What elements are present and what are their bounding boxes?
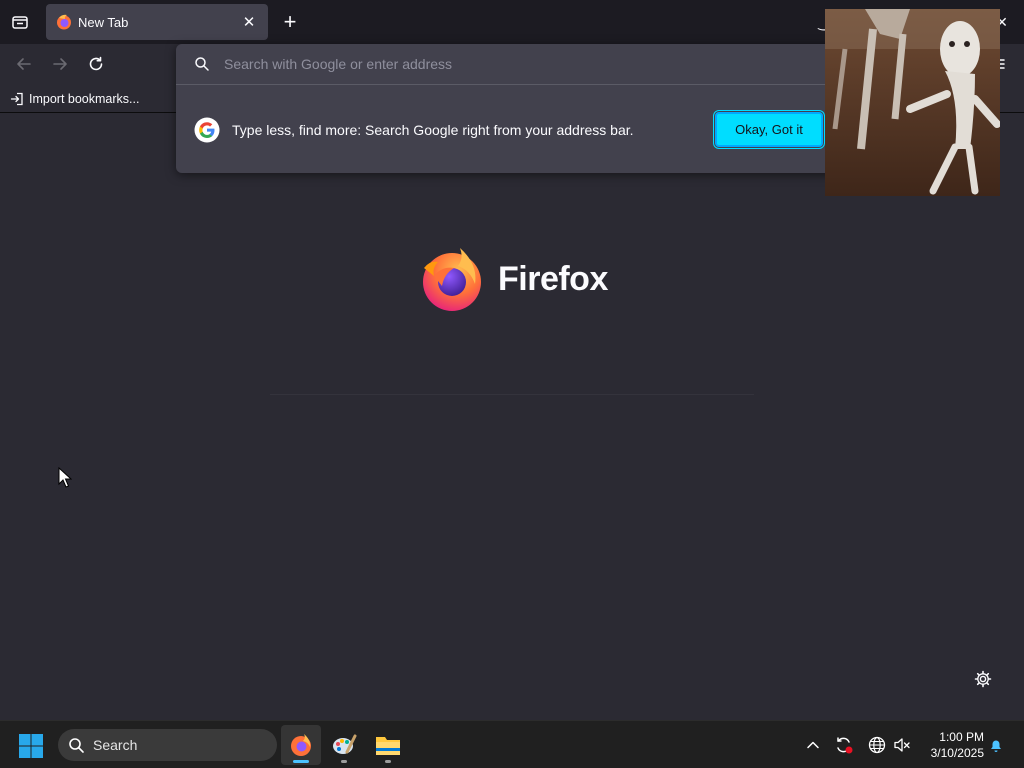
- taskbar-search-box[interactable]: Search: [58, 729, 277, 761]
- clock-date: 3/10/2025: [930, 746, 984, 760]
- windows-start-icon[interactable]: [18, 733, 44, 759]
- system-clock[interactable]: 1:00 PM 3/10/2025: [922, 729, 984, 761]
- mouse-cursor-icon: [58, 466, 73, 494]
- import-bookmarks-button[interactable]: Import bookmarks...: [10, 89, 139, 109]
- volume-muted-icon[interactable]: [892, 735, 912, 755]
- gear-icon[interactable]: [972, 668, 994, 690]
- import-bookmarks-label: Import bookmarks...: [29, 92, 140, 106]
- okay-got-it-button[interactable]: Okay, Got it: [713, 110, 825, 149]
- urlbar-input[interactable]: [224, 56, 784, 72]
- sync-error-icon[interactable]: [834, 735, 854, 755]
- video-frame-image: [825, 9, 1000, 196]
- urlbar-popup: Type less, find more: Search Google righ…: [176, 44, 836, 173]
- taskbar-app-paint[interactable]: [324, 725, 364, 765]
- active-app-indicator: [293, 760, 309, 763]
- tab-list-icon[interactable]: [8, 10, 32, 34]
- tab-title: New Tab: [78, 14, 129, 30]
- firefox-favicon-icon: [56, 14, 72, 30]
- network-globe-icon[interactable]: [867, 735, 887, 755]
- firefox-icon: [291, 734, 311, 756]
- back-arrow-icon[interactable]: [10, 50, 38, 78]
- taskbar-app-file-explorer[interactable]: [368, 725, 408, 765]
- search-tip: Type less, find more: Search Google righ…: [176, 86, 836, 173]
- forward-arrow-icon[interactable]: [46, 50, 74, 78]
- urlbar-row: [176, 44, 836, 85]
- google-icon: [194, 117, 220, 142]
- picture-in-picture-video[interactable]: [825, 9, 1000, 196]
- taskbar-search-label: Search: [93, 737, 138, 753]
- tab-close-icon[interactable]: ✕: [240, 13, 258, 31]
- firefox-logo-icon: [423, 248, 481, 311]
- tab-new-tab[interactable]: New Tab ✕: [46, 4, 268, 40]
- folder-icon: [376, 737, 400, 755]
- import-icon: [10, 92, 23, 106]
- paint-palette-icon: [333, 734, 357, 754]
- search-icon: [195, 57, 209, 71]
- content-divider: [270, 394, 754, 395]
- clock-time: 1:00 PM: [939, 730, 984, 744]
- firefox-wordmark: Firefox: [498, 259, 608, 298]
- running-app-indicator: [385, 760, 391, 763]
- firefox-logo: Firefox: [420, 246, 608, 312]
- windows-taskbar: Search 1:00 PM 3/10/2025: [0, 720, 1024, 768]
- notification-bell-icon[interactable]: [986, 735, 1006, 755]
- chevron-up-icon[interactable]: [803, 735, 823, 755]
- running-app-indicator: [341, 760, 347, 763]
- reload-icon[interactable]: [82, 50, 110, 78]
- search-icon: [69, 737, 84, 753]
- new-tab-button[interactable]: +: [276, 8, 304, 36]
- taskbar-app-firefox[interactable]: [281, 725, 321, 765]
